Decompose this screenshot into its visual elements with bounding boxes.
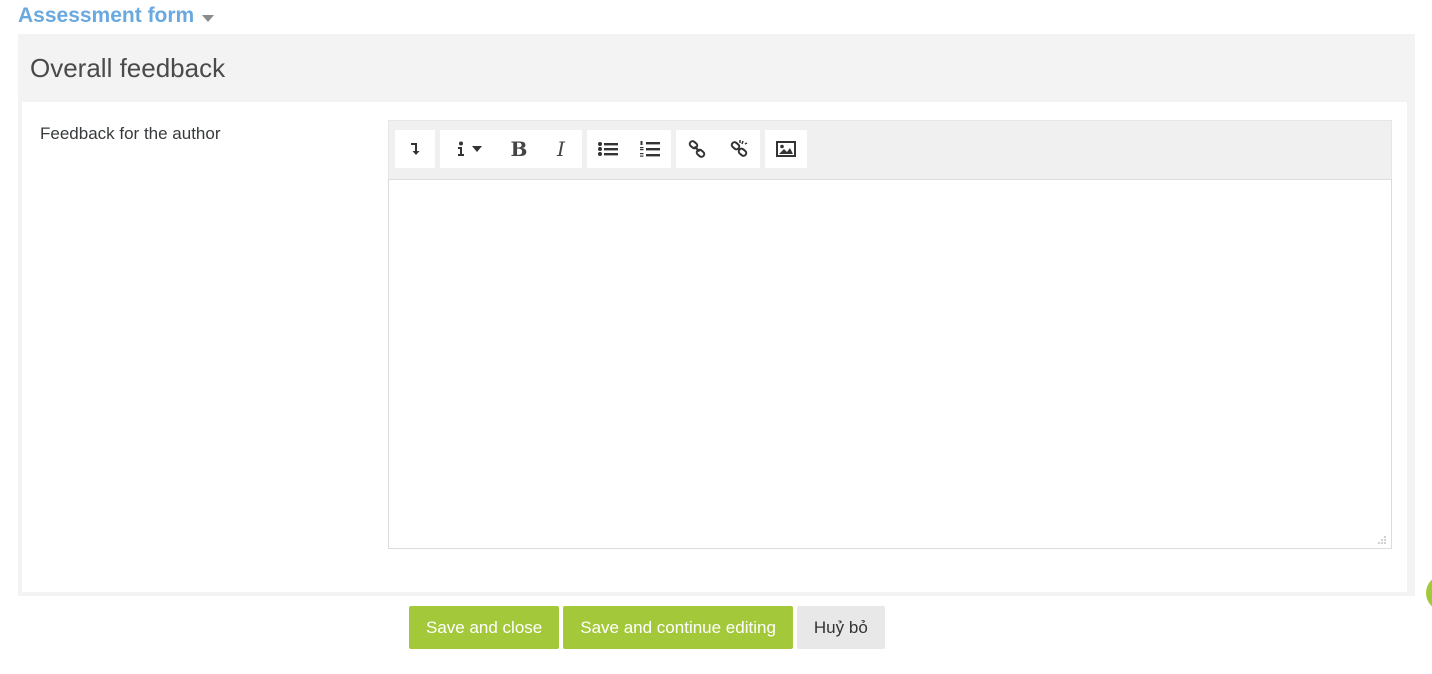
section-title[interactable]: Assessment form <box>18 4 194 28</box>
overall-feedback-card: Overall feedback Feedback for the author <box>18 34 1415 596</box>
collapse-toolbar-icon <box>411 143 420 155</box>
info-dropdown-icon <box>458 141 464 156</box>
unordered-list-icon <box>598 142 618 156</box>
save-and-continue-button[interactable]: Save and continue editing <box>563 606 793 649</box>
toolbar-group-collapse <box>395 130 435 168</box>
link-button[interactable] <box>676 130 718 168</box>
unlink-button[interactable] <box>718 130 760 168</box>
card-title: Overall feedback <box>30 52 226 83</box>
chat-widget-button[interactable] <box>1426 575 1432 611</box>
unordered-list-button[interactable] <box>587 130 629 168</box>
toolbar-group-links <box>676 130 760 168</box>
toolbar-group-lists <box>587 130 671 168</box>
toolbar-group-style: B I <box>440 130 582 168</box>
bold-icon: B <box>510 137 528 161</box>
editor-toolbar: B I <box>388 120 1392 179</box>
info-dropdown-button[interactable] <box>440 130 498 168</box>
cancel-button[interactable]: Huỷ bỏ <box>796 606 885 649</box>
chevron-down-icon[interactable] <box>202 14 215 22</box>
italic-icon: I <box>557 137 565 161</box>
image-button[interactable] <box>765 130 807 168</box>
toolbar-group-media <box>765 130 807 168</box>
image-icon <box>776 141 796 157</box>
feedback-textarea[interactable] <box>388 179 1392 549</box>
feedback-editor: B I <box>388 120 1392 549</box>
ordered-list-button[interactable] <box>629 130 671 168</box>
assessment-form-toggle[interactable]: Assessment form <box>18 4 215 28</box>
form-actions: Save and close Save and continue editing… <box>409 606 885 649</box>
unlink-icon <box>730 140 748 157</box>
ordered-list-icon <box>640 141 660 157</box>
link-icon <box>688 140 706 158</box>
italic-button[interactable]: I <box>540 130 582 168</box>
feedback-field-label: Feedback for the author <box>40 124 221 143</box>
save-and-close-button[interactable]: Save and close <box>409 606 560 649</box>
bold-button[interactable]: B <box>498 130 540 168</box>
card-body: Feedback for the author B I <box>22 102 1407 592</box>
chevron-down-icon <box>472 146 482 152</box>
card-header: Overall feedback <box>18 34 1415 102</box>
resize-grip-icon[interactable] <box>1378 536 1386 544</box>
collapse-toolbar-button[interactable] <box>395 130 435 168</box>
